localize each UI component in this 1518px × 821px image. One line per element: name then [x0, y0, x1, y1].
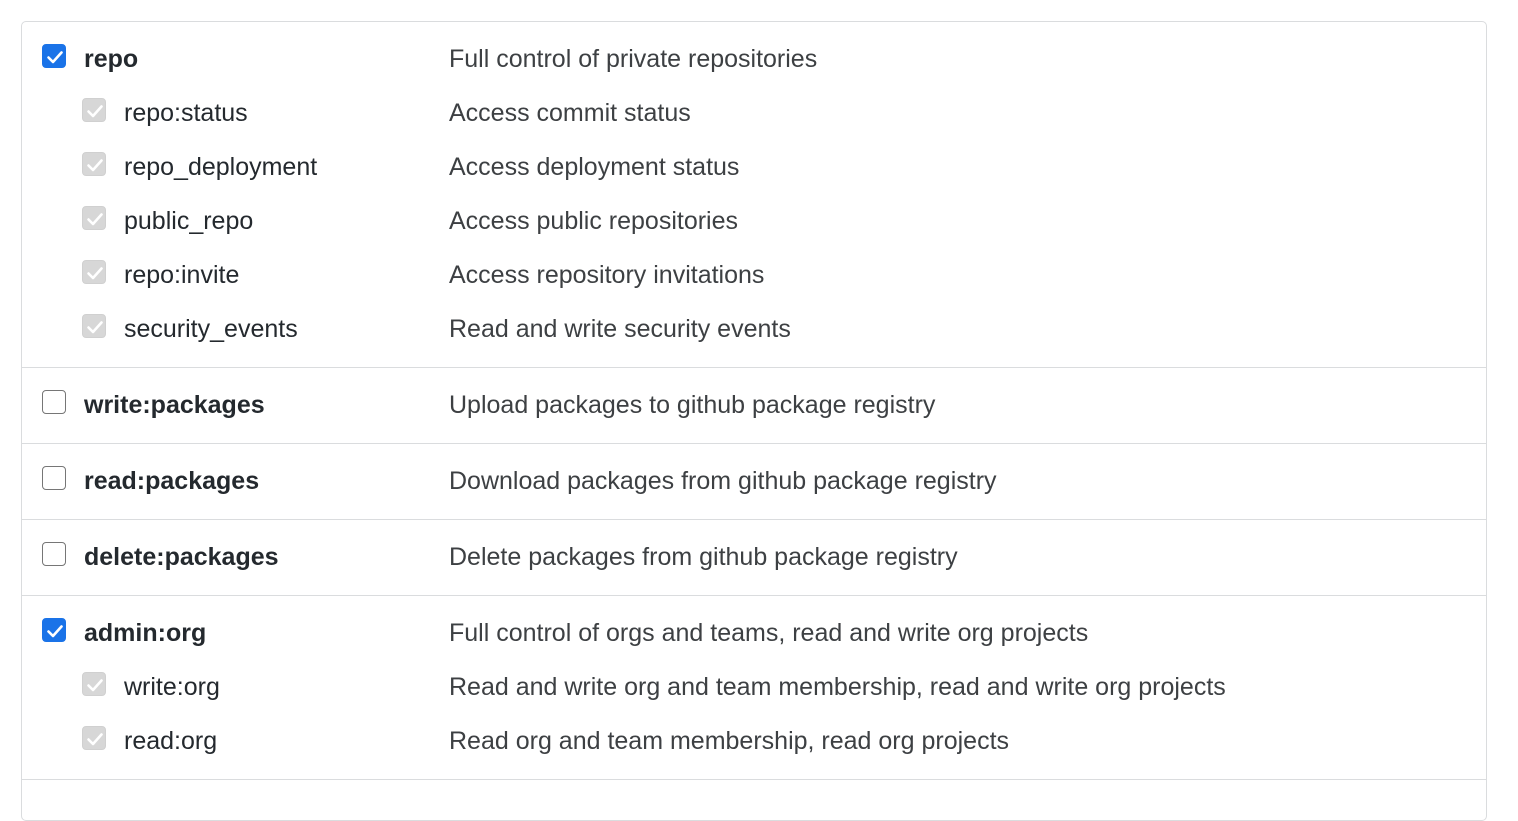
- scope-description: Access deployment status: [449, 153, 740, 181]
- scope-description: Read and write security events: [449, 315, 791, 343]
- scope-name: repo_deployment: [124, 153, 318, 181]
- checkbox-public-repo[interactable]: [82, 206, 106, 230]
- scope-name: write:packages: [84, 391, 265, 419]
- scope-name: repo:invite: [124, 261, 240, 289]
- checkbox-repo-status[interactable]: [82, 98, 106, 122]
- scope-description: Full control of orgs and teams, read and…: [449, 619, 1089, 647]
- check-icon: [87, 733, 103, 746]
- check-icon: [47, 625, 63, 638]
- scope-name: repo:status: [124, 99, 248, 127]
- scope-description: Access repository invitations: [449, 261, 765, 289]
- scope-description: Full control of private repositories: [449, 45, 818, 73]
- scope-group-delete-packages: delete:packages Delete packages from git…: [22, 520, 1486, 596]
- scope-description: Delete packages from github package regi…: [449, 543, 958, 571]
- check-icon: [47, 51, 63, 64]
- checkbox-delete-packages[interactable]: [42, 542, 66, 566]
- scope-name: write:org: [124, 673, 220, 701]
- scope-description: Download packages from github package re…: [449, 467, 997, 495]
- checkbox-read-packages[interactable]: [42, 466, 66, 490]
- scope-name: security_events: [124, 315, 298, 343]
- check-icon: [87, 159, 103, 172]
- scope-group-repo: repo Full control of private repositorie…: [22, 22, 1486, 368]
- checkbox-write-org[interactable]: [82, 672, 106, 696]
- check-icon: [87, 267, 103, 280]
- scope-description: Access commit status: [449, 99, 691, 127]
- checkbox-repo-deployment[interactable]: [82, 152, 106, 176]
- scope-name: delete:packages: [84, 543, 279, 571]
- checkbox-write-packages[interactable]: [42, 390, 66, 414]
- scope-name: repo: [84, 45, 139, 73]
- scope-name: public_repo: [124, 207, 254, 235]
- check-icon: [87, 679, 103, 692]
- scope-description: Read org and team membership, read org p…: [449, 727, 1010, 755]
- check-icon: [87, 321, 103, 334]
- scope-group-admin-org: admin:org Full control of orgs and teams…: [22, 596, 1486, 780]
- checkbox-admin-org[interactable]: [42, 618, 66, 642]
- checkbox-repo-invite[interactable]: [82, 260, 106, 284]
- checkbox-repo[interactable]: [42, 44, 66, 68]
- scope-description: Read and write org and team membership, …: [449, 673, 1226, 701]
- scope-name: read:org: [124, 727, 218, 755]
- oauth-scopes-list: repo Full control of private repositorie…: [21, 21, 1487, 821]
- scope-group-write-packages: write:packages Upload packages to github…: [22, 368, 1486, 444]
- check-icon: [87, 213, 103, 226]
- scope-name: admin:org: [84, 619, 207, 647]
- scope-name: read:packages: [84, 467, 260, 495]
- checkbox-security-events[interactable]: [82, 314, 106, 338]
- scope-description: Access public repositories: [449, 207, 739, 235]
- scope-description: Upload packages to github package regist…: [449, 391, 936, 419]
- checkbox-read-org[interactable]: [82, 726, 106, 750]
- check-icon: [87, 105, 103, 118]
- scope-group-read-packages: read:packages Download packages from git…: [22, 444, 1486, 520]
